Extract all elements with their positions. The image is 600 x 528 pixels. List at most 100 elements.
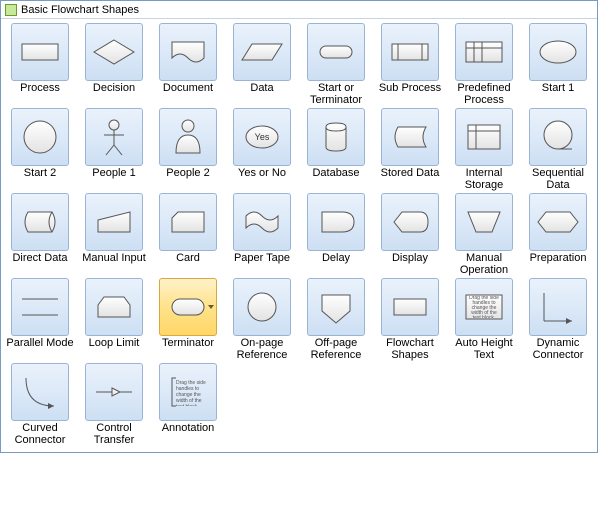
shape-label: Start or Terminator — [299, 82, 373, 106]
panel-title: Basic Flowchart Shapes — [21, 4, 139, 16]
shape-tile[interactable] — [307, 278, 365, 336]
shape-item-offpage_ref[interactable]: Off-page Reference — [299, 278, 373, 361]
shape-item-sub_process[interactable]: Sub Process — [373, 23, 447, 106]
shape-item-direct_data[interactable]: Direct Data — [3, 193, 77, 276]
shape-label: Start 1 — [542, 82, 574, 106]
shape-label: Internal Storage — [447, 167, 521, 191]
shape-tile[interactable]: Drag the side handles to change the widt… — [455, 278, 513, 336]
shape-item-stored_data[interactable]: Stored Data — [373, 108, 447, 191]
shape-tile[interactable] — [85, 193, 143, 251]
shape-label: Display — [392, 252, 428, 276]
shape-tile[interactable] — [233, 23, 291, 81]
shape-tile[interactable] — [85, 363, 143, 421]
shape-tile[interactable] — [307, 23, 365, 81]
shape-label: Paper Tape — [234, 252, 290, 276]
shape-tile[interactable] — [381, 108, 439, 166]
shape-label: Card — [176, 252, 200, 276]
shape-tile[interactable] — [85, 108, 143, 166]
shape-label: People 1 — [92, 167, 135, 191]
shape-item-data[interactable]: Data — [225, 23, 299, 106]
shape-tile[interactable] — [529, 23, 587, 81]
shape-tile[interactable] — [11, 193, 69, 251]
shape-item-auto_height[interactable]: Drag the side handles to change the widt… — [447, 278, 521, 361]
shape-tile[interactable]: Yes — [233, 108, 291, 166]
shape-item-process[interactable]: Process — [3, 23, 77, 106]
shape-label: People 2 — [166, 167, 209, 191]
shape-tile[interactable] — [529, 278, 587, 336]
shape-label: Off-page Reference — [299, 337, 373, 361]
shape-label: Annotation — [162, 422, 215, 446]
shape-tile[interactable] — [455, 108, 513, 166]
shape-tile[interactable] — [159, 193, 217, 251]
shape-tile[interactable] — [159, 108, 217, 166]
shape-item-start2[interactable]: Start 2 — [3, 108, 77, 191]
shape-tile[interactable] — [233, 278, 291, 336]
shape-item-display[interactable]: Display — [373, 193, 447, 276]
shape-label: Predefined Process — [447, 82, 521, 106]
shape-item-start_term[interactable]: Start or Terminator — [299, 23, 373, 106]
shape-item-terminator[interactable]: Terminator — [151, 278, 225, 361]
shape-item-people1[interactable]: People 1 — [77, 108, 151, 191]
shape-label: Decision — [93, 82, 135, 106]
shape-item-manual_input[interactable]: Manual Input — [77, 193, 151, 276]
shape-item-preparation[interactable]: Preparation — [521, 193, 595, 276]
shape-tile[interactable] — [307, 108, 365, 166]
shape-label: Terminator — [162, 337, 214, 361]
shape-item-annotation[interactable]: Drag the side handles to change the widt… — [151, 363, 225, 446]
shape-item-int_storage[interactable]: Internal Storage — [447, 108, 521, 191]
shape-tile[interactable] — [529, 108, 587, 166]
shape-item-start1[interactable]: Start 1 — [521, 23, 595, 106]
shape-item-database[interactable]: Database — [299, 108, 373, 191]
shape-item-manual_op[interactable]: Manual Operation — [447, 193, 521, 276]
shape-tile[interactable] — [159, 23, 217, 81]
shape-tile[interactable] — [11, 363, 69, 421]
shape-label: Manual Operation — [447, 252, 521, 276]
shape-tile[interactable] — [11, 108, 69, 166]
shape-item-card[interactable]: Card — [151, 193, 225, 276]
shape-label: Dynamic Connector — [521, 337, 595, 361]
shape-item-onpage_ref[interactable]: On-page Reference — [225, 278, 299, 361]
shape-label: Direct Data — [12, 252, 67, 276]
shape-item-seq_data[interactable]: Sequential Data — [521, 108, 595, 191]
shape-item-people2[interactable]: People 2 — [151, 108, 225, 191]
shape-item-decision[interactable]: Decision — [77, 23, 151, 106]
shape-item-curved_conn[interactable]: Curved Connector — [3, 363, 77, 446]
shape-label: Loop Limit — [89, 337, 140, 361]
shape-label: Stored Data — [381, 167, 440, 191]
shape-item-yes_no[interactable]: YesYes or No — [225, 108, 299, 191]
shape-item-predef_process[interactable]: Predefined Process — [447, 23, 521, 106]
shape-tile[interactable] — [307, 193, 365, 251]
shape-label: Parallel Mode — [6, 337, 73, 361]
shape-item-document[interactable]: Document — [151, 23, 225, 106]
shape-tile[interactable]: Drag the side handles to change the widt… — [159, 363, 217, 421]
shape-item-flow_shapes[interactable]: Flowchart Shapes — [373, 278, 447, 361]
shape-label: Database — [312, 167, 359, 191]
shape-tile[interactable] — [381, 193, 439, 251]
shape-tile[interactable] — [159, 278, 217, 336]
shape-label: Yes or No — [238, 167, 286, 191]
shape-tile[interactable] — [529, 193, 587, 251]
shape-tile[interactable] — [11, 278, 69, 336]
shape-label: Process — [20, 82, 60, 106]
shape-tile[interactable] — [381, 23, 439, 81]
shape-tile[interactable] — [85, 278, 143, 336]
shape-label: Curved Connector — [3, 422, 77, 446]
shape-item-paper_tape[interactable]: Paper Tape — [225, 193, 299, 276]
shape-label: Preparation — [530, 252, 587, 276]
shape-tile[interactable] — [455, 193, 513, 251]
shape-label: Data — [250, 82, 273, 106]
shape-label: Sequential Data — [521, 167, 595, 191]
shape-tile[interactable] — [11, 23, 69, 81]
shape-tile[interactable] — [85, 23, 143, 81]
shape-item-delay[interactable]: Delay — [299, 193, 373, 276]
shape-item-dyn_connector[interactable]: Dynamic Connector — [521, 278, 595, 361]
shape-label: Auto Height Text — [447, 337, 521, 361]
shapes-grid: Process Decision Document Data Start or Term… — [1, 19, 597, 452]
shape-tile[interactable] — [455, 23, 513, 81]
shape-item-loop_limit[interactable]: Loop Limit — [77, 278, 151, 361]
shape-item-ctrl_transfer[interactable]: Control Transfer — [77, 363, 151, 446]
shape-tile[interactable] — [233, 193, 291, 251]
shape-tile[interactable] — [381, 278, 439, 336]
shape-label: Manual Input — [82, 252, 146, 276]
shape-item-parallel_mode[interactable]: Parallel Mode — [3, 278, 77, 361]
